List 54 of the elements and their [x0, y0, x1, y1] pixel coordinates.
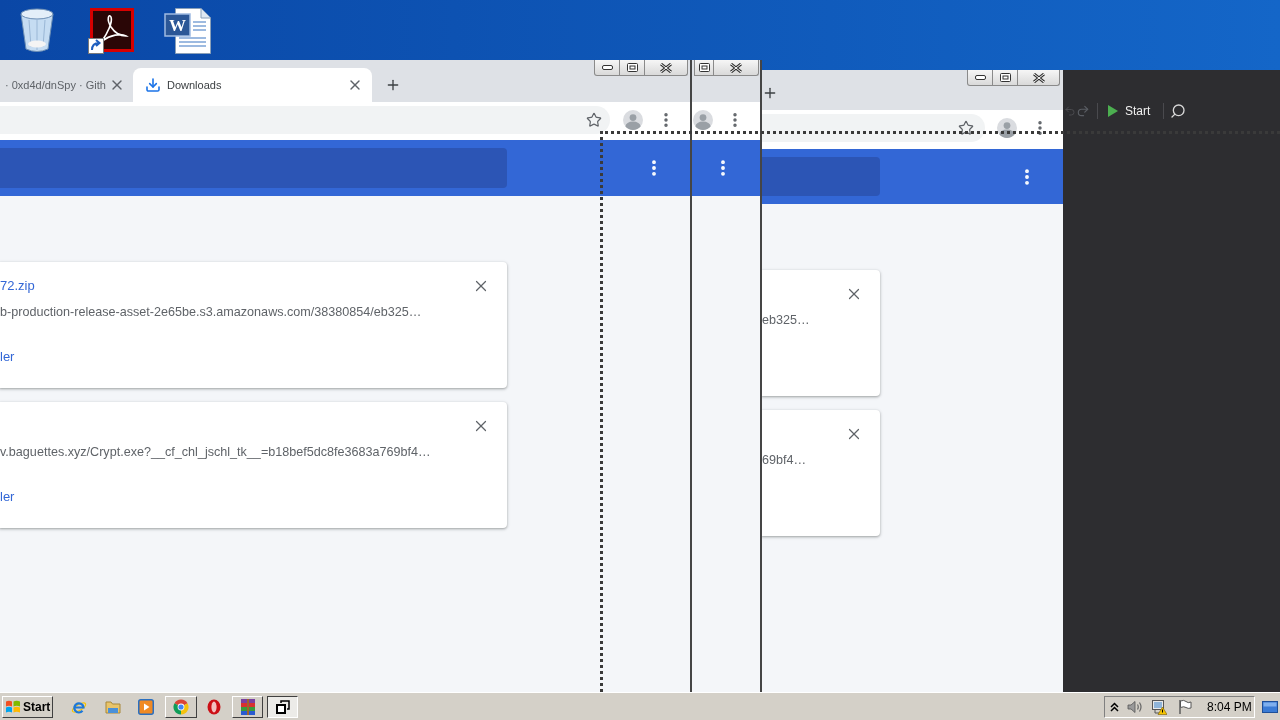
star-icon[interactable]: [586, 112, 602, 128]
close-icon: [660, 62, 672, 73]
search-field[interactable]: [0, 148, 507, 188]
taskbar-button[interactable]: [267, 695, 298, 718]
clock[interactable]: 8:04 PM: [1207, 697, 1252, 716]
file-name-link[interactable]: 72.zip: [0, 277, 35, 295]
browser-icon: [206, 698, 222, 715]
close-button[interactable]: [1018, 70, 1060, 86]
windows-logo-icon: [5, 699, 21, 714]
pdf-app-icon[interactable]: [88, 8, 134, 55]
restore-icon: [999, 73, 1011, 82]
account-icon[interactable]: [997, 118, 1017, 138]
close-button[interactable]: [714, 60, 759, 76]
new-tab-icon[interactable]: [385, 77, 401, 93]
close-button[interactable]: [645, 60, 688, 76]
minimize-icon: [601, 65, 613, 70]
source-url[interactable]: v.baguettes.xyz/Crypt.exe?__cf_chl_jschl_tk__=b18bef5dc8fe3683a769bf4…: [0, 443, 431, 461]
restore-button[interactable]: [620, 60, 645, 76]
tray-expand-icon[interactable]: [1110, 701, 1119, 712]
network-warning-icon[interactable]: [1151, 698, 1167, 715]
debug-start-button[interactable]: Start: [1108, 102, 1151, 120]
source-url[interactable]: 69bf4…: [762, 451, 807, 469]
download-icon: [145, 77, 161, 93]
source-url[interactable]: eb325…: [762, 311, 810, 329]
restore-icon: [626, 63, 638, 72]
restore-button[interactable]: [694, 60, 714, 76]
media-player-icon[interactable]: [138, 698, 154, 715]
switch-windows-icon: [275, 699, 290, 714]
folder-link[interactable]: ler: [0, 348, 15, 366]
restore-icon: [698, 63, 710, 72]
archive-icon: [239, 698, 256, 715]
close-icon: [730, 62, 742, 73]
browser-tab[interactable]: Downloads: [133, 68, 372, 102]
browser-icon: [173, 698, 189, 715]
recycle-bin-icon[interactable]: [18, 6, 56, 54]
minimize-button[interactable]: [967, 70, 993, 86]
close-icon: [1032, 72, 1045, 83]
start-button[interactable]: Start: [2, 695, 53, 718]
speaker-icon[interactable]: [1127, 698, 1143, 715]
source-url[interactable]: b-production-release-asset-2e65be.s3.amazonaws.com/38380854/eb325…: [0, 303, 422, 321]
restore-button[interactable]: [993, 70, 1018, 86]
browser-tab[interactable]: · 0xd4d/dnSpy · Gith: [0, 68, 128, 102]
new-tab-icon[interactable]: [762, 85, 778, 101]
minimize-button[interactable]: [594, 60, 620, 76]
folder-link[interactable]: ler: [0, 488, 15, 506]
star-icon[interactable]: [958, 120, 974, 136]
address-field[interactable]: [762, 114, 985, 142]
search-icon[interactable]: [1170, 103, 1187, 119]
show-desktop-icon[interactable]: [1262, 700, 1278, 713]
flag-icon[interactable]: [1177, 698, 1193, 715]
address-field[interactable]: [0, 106, 610, 134]
search-field[interactable]: [762, 157, 880, 196]
minimize-icon: [974, 75, 986, 80]
play-icon: [1108, 105, 1118, 117]
